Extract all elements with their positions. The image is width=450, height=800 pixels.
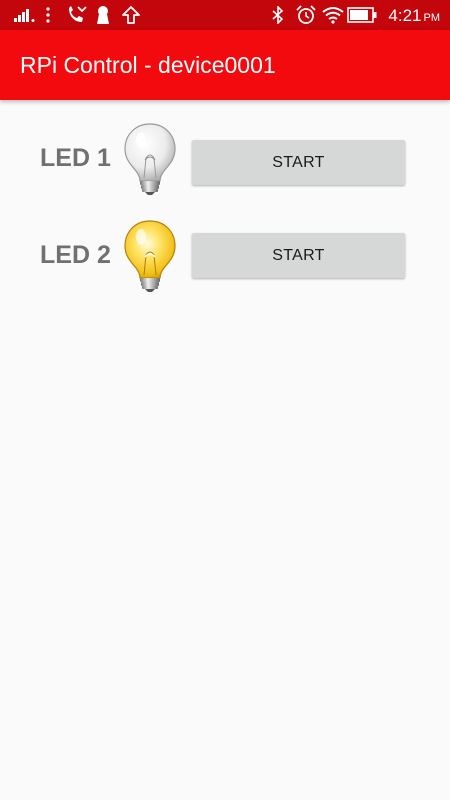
battery-icon	[347, 7, 377, 23]
led-2-label: LED 2	[40, 241, 111, 269]
status-bar: 4:21 PM	[0, 0, 450, 30]
app-title: RPi Control - device0001	[20, 52, 276, 78]
lightbulb-off-icon	[124, 123, 176, 195]
upload-icon	[122, 6, 140, 24]
led-2-start-button[interactable]: START	[192, 233, 405, 278]
alarm-icon	[296, 5, 316, 24]
lightbulb-on-icon	[124, 220, 176, 292]
signal-icon	[14, 9, 35, 22]
more-icon	[46, 7, 50, 23]
wifi-icon	[322, 7, 344, 24]
led-1-start-button[interactable]: START	[192, 140, 405, 185]
led-1-label: LED 1	[40, 144, 111, 172]
app-bar: RPi Control - device0001	[0, 30, 450, 100]
status-clock: 4:21 PM	[388, 6, 440, 25]
keyhole-icon	[97, 6, 109, 24]
missed-call-icon	[69, 6, 87, 22]
bluetooth-icon	[272, 6, 284, 24]
